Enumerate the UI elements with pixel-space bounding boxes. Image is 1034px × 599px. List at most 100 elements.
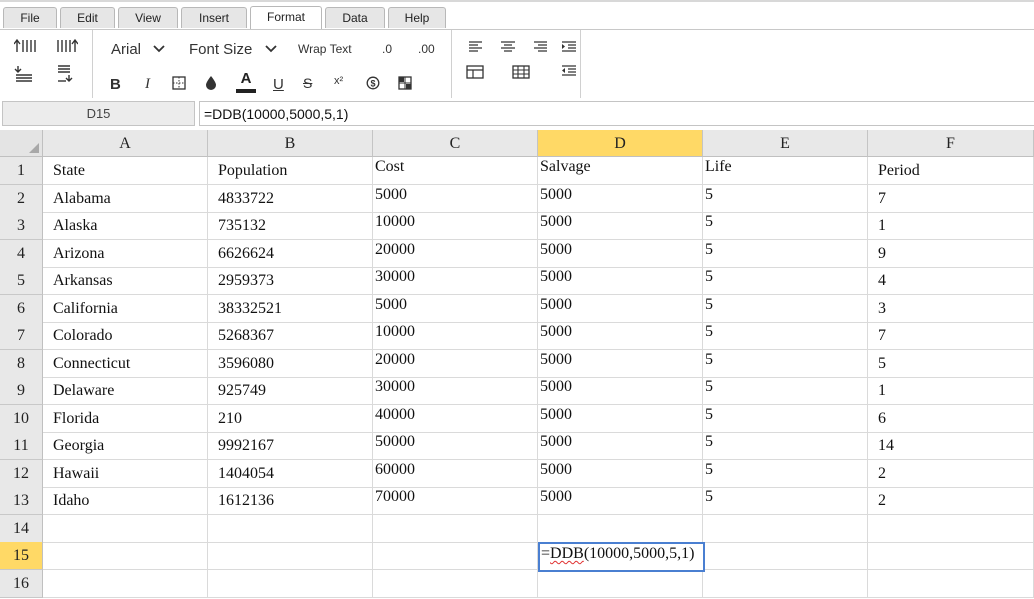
cell-b15[interactable] [208, 542, 373, 570]
cell-c6[interactable]: 5000 [373, 294, 538, 323]
cell-b7[interactable]: 5268367 [208, 322, 373, 350]
insert-col-left-icon[interactable] [56, 64, 78, 82]
strikethrough-button[interactable]: S [303, 75, 312, 91]
cell-b9[interactable]: 925749 [208, 377, 373, 405]
cell-b3[interactable]: 735132 [208, 212, 373, 240]
row-header-1[interactable]: 1 [0, 157, 43, 185]
cell-c3[interactable]: 10000 [373, 212, 538, 240]
cell-d9[interactable]: 5000 [538, 377, 703, 405]
table-icon[interactable] [466, 65, 484, 79]
cell-e9[interactable]: 5 [703, 377, 868, 405]
cell-d2[interactable]: 5000 [538, 184, 703, 213]
row-header-13[interactable]: 13 [0, 487, 43, 515]
row-header-10[interactable]: 10 [0, 404, 43, 433]
cell-e13[interactable]: 5 [703, 487, 868, 515]
column-header-f[interactable]: F [868, 130, 1034, 157]
outdent-icon[interactable] [562, 65, 576, 77]
underline-button[interactable]: U [273, 76, 284, 93]
cell-a3[interactable]: Alaska [43, 212, 208, 240]
wrap-text-button[interactable]: Wrap Text [298, 42, 352, 56]
bold-button[interactable]: B [110, 76, 121, 93]
cell-d7[interactable]: 5000 [538, 322, 703, 350]
cell-d13[interactable]: 5000 [538, 487, 703, 515]
cell-b14[interactable] [208, 514, 373, 543]
cell-e11[interactable]: 5 [703, 432, 868, 460]
column-header-b[interactable]: B [208, 130, 373, 157]
cell-d11[interactable]: 5000 [538, 432, 703, 460]
cell-f2[interactable]: 7 [868, 184, 1034, 213]
font-size-select[interactable]: Font Size [189, 41, 252, 58]
column-header-a[interactable]: A [43, 130, 208, 157]
row-header-2[interactable]: 2 [0, 184, 43, 213]
select-all-corner[interactable] [0, 130, 43, 157]
font-name-select[interactable]: Arial [111, 41, 141, 58]
cell-a15[interactable] [43, 542, 208, 570]
cell-d14[interactable] [538, 514, 703, 543]
cell-e4[interactable]: 5 [703, 239, 868, 268]
cell-a7[interactable]: Colorado [43, 322, 208, 350]
cell-c12[interactable]: 60000 [373, 459, 538, 488]
grid-icon[interactable] [512, 65, 530, 79]
cell-f6[interactable]: 3 [868, 294, 1034, 323]
decrease-decimal-button[interactable]: .0 [382, 42, 392, 56]
cell-a6[interactable]: California [43, 294, 208, 323]
row-header-12[interactable]: 12 [0, 459, 43, 488]
cell-e5[interactable]: 5 [703, 267, 868, 295]
cell-e6[interactable]: 5 [703, 294, 868, 323]
align-left-icon[interactable] [469, 41, 483, 53]
align-right-icon[interactable] [533, 41, 547, 53]
cell-f4[interactable]: 9 [868, 239, 1034, 268]
cell-f3[interactable]: 1 [868, 212, 1034, 240]
cell-f8[interactable]: 5 [868, 349, 1034, 378]
row-header-6[interactable]: 6 [0, 294, 43, 323]
insert-row-below-icon[interactable] [14, 64, 36, 82]
indent-icon[interactable] [562, 41, 576, 53]
cell-e12[interactable]: 5 [703, 459, 868, 488]
cell-b10[interactable]: 210 [208, 404, 373, 433]
row-header-11[interactable]: 11 [0, 432, 43, 460]
cell-c16[interactable] [373, 569, 538, 598]
row-header-8[interactable]: 8 [0, 349, 43, 378]
increase-decimal-button[interactable]: .00 [418, 42, 435, 56]
column-header-c[interactable]: C [373, 130, 538, 157]
cell-e1[interactable]: Life [703, 157, 868, 185]
cell-b13[interactable]: 1612136 [208, 487, 373, 515]
tab-data[interactable]: Data [325, 7, 385, 28]
cell-a4[interactable]: Arizona [43, 239, 208, 268]
cell-c14[interactable] [373, 514, 538, 543]
cell-e16[interactable] [703, 569, 868, 598]
tab-view[interactable]: View [118, 7, 178, 28]
cell-e10[interactable]: 5 [703, 404, 868, 433]
column-header-d[interactable]: D [538, 130, 703, 157]
cell-e7[interactable]: 5 [703, 322, 868, 350]
active-cell-editor[interactable]: =DDB(10000,5000,5,1) [538, 542, 705, 572]
cell-e3[interactable]: 5 [703, 212, 868, 240]
cell-a11[interactable]: Georgia [43, 432, 208, 460]
cell-b4[interactable]: 6626624 [208, 239, 373, 268]
formula-input[interactable]: =DDB(10000,5000,5,1) [199, 101, 1034, 126]
tab-edit[interactable]: Edit [60, 7, 115, 28]
row-header-15[interactable]: 15 [0, 542, 43, 570]
cell-c4[interactable]: 20000 [373, 239, 538, 268]
cell-f16[interactable] [868, 569, 1034, 598]
row-header-14[interactable]: 14 [0, 514, 43, 543]
cell-c8[interactable]: 20000 [373, 349, 538, 378]
tab-help[interactable]: Help [388, 7, 446, 28]
cell-f1[interactable]: Period [868, 157, 1034, 185]
cell-d1[interactable]: Salvage [538, 157, 703, 185]
cell-a9[interactable]: Delaware [43, 377, 208, 405]
merge-icon[interactable] [398, 76, 412, 90]
row-header-4[interactable]: 4 [0, 239, 43, 268]
borders-icon[interactable] [172, 76, 186, 90]
superscript-button[interactable]: x² [334, 75, 343, 87]
cell-reference-box[interactable]: D15 [2, 101, 195, 126]
cell-f11[interactable]: 14 [868, 432, 1034, 460]
font-color-icon[interactable]: A [236, 71, 256, 93]
cell-a12[interactable]: Hawaii [43, 459, 208, 488]
cell-a1[interactable]: State [43, 157, 208, 185]
cell-f13[interactable]: 2 [868, 487, 1034, 515]
cell-e2[interactable]: 5 [703, 184, 868, 213]
cell-b8[interactable]: 3596080 [208, 349, 373, 378]
row-header-7[interactable]: 7 [0, 322, 43, 350]
italic-button[interactable]: I [145, 76, 150, 93]
